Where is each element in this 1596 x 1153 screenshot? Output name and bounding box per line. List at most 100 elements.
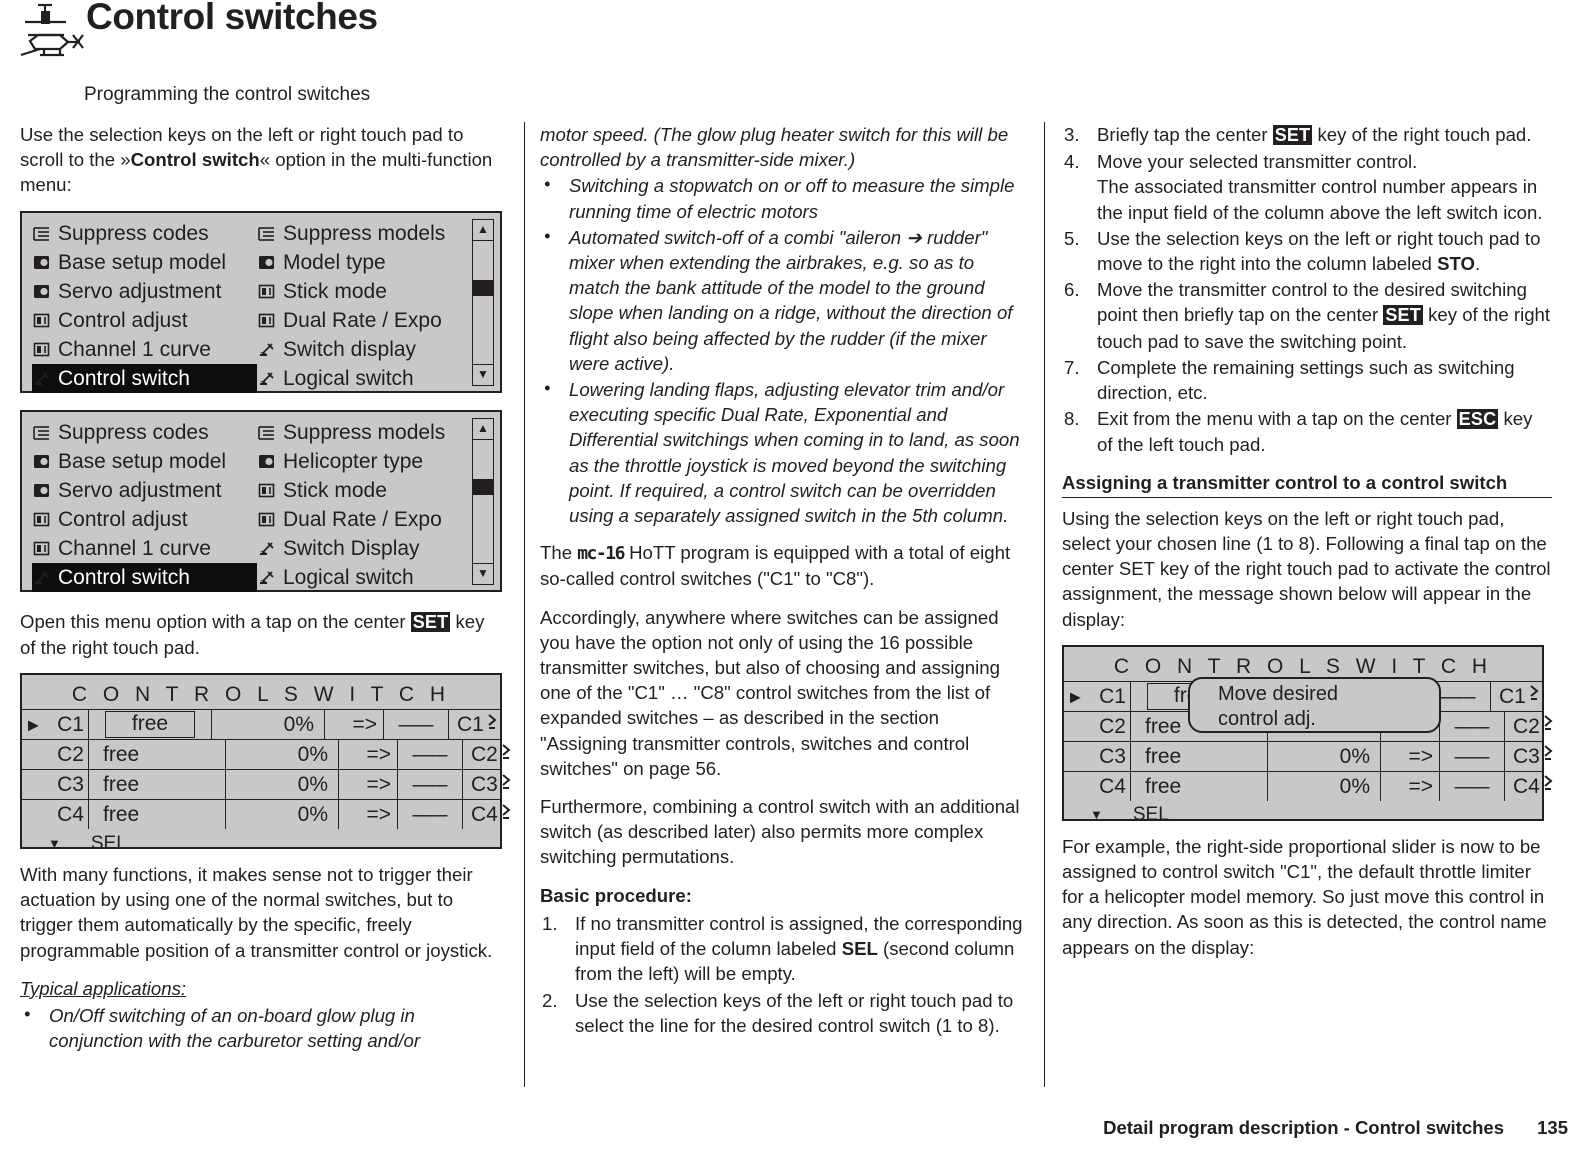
menu-item-label: Base setup model [58, 449, 227, 473]
row-direction-cell[interactable]: => [339, 770, 398, 800]
row-direction-cell[interactable]: => [339, 800, 398, 830]
row-switch-cell[interactable]: C3 [463, 770, 514, 799]
row-direction-cell[interactable]: => [1381, 742, 1440, 772]
switch-glyph-icon [500, 772, 514, 798]
switch-glyph-icon [500, 742, 514, 768]
menu-item-suppress-codes[interactable]: Suppress codes [32, 418, 257, 447]
row-switch-cell[interactable]: C4 [463, 800, 514, 829]
table-row[interactable]: ▶ C1 free 0% => ––– C1 [22, 710, 500, 740]
row-direction-cell[interactable]: => [339, 740, 398, 770]
menu-item-switch-display[interactable]: Switch display [257, 335, 464, 364]
menu-item-control-switch[interactable]: Control switch [32, 562, 257, 592]
row-percent-cell[interactable]: 0% [226, 770, 339, 800]
row-direction-cell[interactable]: => [1381, 772, 1440, 802]
row-switch-cell[interactable]: C1 [449, 710, 500, 739]
scrollbar-thumb[interactable] [473, 279, 493, 296]
sel-label[interactable]: SEL [1133, 802, 1169, 827]
switch-glyph-icon [1542, 773, 1556, 799]
row-direction-cell[interactable]: => [325, 710, 384, 740]
row-dash-cell[interactable]: ––– [398, 770, 463, 800]
row-dash-cell[interactable]: ––– [1440, 772, 1505, 802]
menu-item-dual-rate-expo[interactable]: Dual Rate / Expo [257, 306, 464, 335]
row-source-value[interactable]: free [103, 742, 139, 767]
row-source-cell[interactable]: free [89, 770, 226, 800]
menu-item-label: Control switch [58, 565, 190, 589]
sel-label[interactable]: SEL [91, 831, 127, 856]
scroll-up-icon[interactable]: ▲ [473, 220, 493, 241]
scroll-down-icon[interactable]: ▼ [1090, 802, 1103, 827]
row-percent-cell[interactable]: 0% [1268, 772, 1381, 802]
row-percent-cell[interactable]: 0% [1268, 742, 1381, 772]
row-source-cell[interactable]: free [1131, 772, 1268, 802]
scroll-down-icon[interactable]: ▼ [473, 562, 493, 584]
row-source-value[interactable]: free [103, 802, 139, 827]
step-text-pre: Briefly tap the center [1097, 124, 1273, 145]
row-source-cell[interactable]: free [89, 800, 226, 830]
memory-icon [32, 452, 51, 471]
menu-item-label: Logical switch [283, 565, 414, 589]
menu-item-control-adjust[interactable]: Control adjust [32, 505, 257, 534]
row-source-cell[interactable]: free [89, 740, 226, 770]
menu-item-channel-1-curve[interactable]: Channel 1 curve [32, 534, 257, 563]
table-row[interactable]: C4 free 0% => ––– C4 [1064, 771, 1553, 802]
row-dash-cell[interactable]: ––– [1440, 742, 1505, 772]
menu-item-channel-1-curve[interactable]: Channel 1 curve [32, 335, 257, 364]
menu-item-suppress-codes[interactable]: Suppress codes [32, 219, 257, 248]
menu-item-logical-switch[interactable]: Logical switch [257, 364, 464, 393]
row-switch-cell[interactable]: C4 [1505, 772, 1556, 801]
row-source-value[interactable]: free [1145, 744, 1181, 769]
menu-item-helicopter-type[interactable]: Helicopter type [257, 447, 464, 476]
row-dash-cell[interactable]: ––– [384, 710, 449, 740]
menu-item-logical-switch[interactable]: Logical switch [257, 563, 464, 592]
menu-item-label: Servo adjustment [58, 478, 222, 502]
row-dash-cell[interactable]: ––– [398, 800, 463, 830]
menu-item-control-adjust[interactable]: Control adjust [32, 306, 257, 335]
list-item: If no transmitter control is assigned, t… [540, 911, 1028, 987]
switch-icon [32, 369, 51, 388]
memory-icon [257, 452, 276, 471]
row-dash-cell[interactable]: ––– [398, 740, 463, 770]
menu-item-stick-mode[interactable]: Stick mode [257, 476, 464, 505]
row-switch-cell[interactable]: C1 [1491, 682, 1542, 711]
menu-item-stick-mode[interactable]: Stick mode [257, 277, 464, 306]
menu-item-base-setup-model[interactable]: Base setup model [32, 447, 257, 476]
stick-icon [257, 311, 276, 330]
row-source-value[interactable]: free [103, 772, 139, 797]
scroll-down-icon[interactable]: ▼ [473, 363, 493, 385]
row-switch-cell[interactable]: C3 [1505, 742, 1556, 771]
row-source-cell[interactable]: free [1131, 742, 1268, 772]
menu-scrollbar[interactable]: ▲ ▼ [472, 218, 494, 386]
scrollbar-thumb[interactable] [473, 478, 493, 495]
row-percent-cell[interactable]: 0% [212, 710, 325, 740]
row-id-cell: C3 [22, 770, 89, 800]
menu-item-base-setup-model[interactable]: Base setup model [32, 248, 257, 277]
menu-item-dual-rate-expo[interactable]: Dual Rate / Expo [257, 505, 464, 534]
table-row[interactable]: C2 free 0% => ––– C2 [22, 739, 511, 770]
row-dash-cell[interactable]: ––– [1440, 712, 1505, 742]
scroll-down-icon[interactable]: ▼ [48, 831, 61, 856]
menu-item-switch-display[interactable]: Switch Display [257, 534, 464, 563]
table-row[interactable]: C3 free 0% => ––– C3 [22, 769, 511, 800]
table-row[interactable]: C3 free 0% => ––– C3 [1064, 741, 1553, 772]
scroll-up-icon[interactable]: ▲ [473, 419, 493, 440]
menu-scrollbar[interactable]: ▲ ▼ [472, 417, 494, 585]
lcd-control-switch-table-1: C O N T R O L S W I T C H ▶ C1 free 0% =>… [20, 673, 511, 854]
stick-icon [32, 340, 51, 359]
row-source-value[interactable]: free [1145, 774, 1181, 799]
row-switch-value: C4 [1513, 774, 1540, 798]
menu-item-suppress-models[interactable]: Suppress models [257, 418, 464, 447]
table-row[interactable]: C4 free 0% => ––– C4 [22, 799, 511, 830]
menu-item-suppress-models[interactable]: Suppress models [257, 219, 464, 248]
row-percent-cell[interactable]: 0% [226, 740, 339, 770]
menu-item-model-type[interactable]: Model type [257, 248, 464, 277]
row-switch-cell[interactable]: C2 [1505, 712, 1556, 741]
intro-paragraph: Use the selection keys on the left or ri… [20, 122, 500, 198]
menu-item-servo-adjustment[interactable]: Servo adjustment [32, 277, 257, 306]
row-source-value[interactable]: free [104, 711, 196, 739]
row-source-value[interactable]: free [1145, 714, 1181, 739]
row-source-cell[interactable]: free [89, 710, 212, 740]
menu-item-servo-adjustment[interactable]: Servo adjustment [32, 476, 257, 505]
row-percent-cell[interactable]: 0% [226, 800, 339, 830]
menu-item-control-switch[interactable]: Control switch [32, 363, 257, 393]
row-switch-cell[interactable]: C2 [463, 740, 514, 769]
